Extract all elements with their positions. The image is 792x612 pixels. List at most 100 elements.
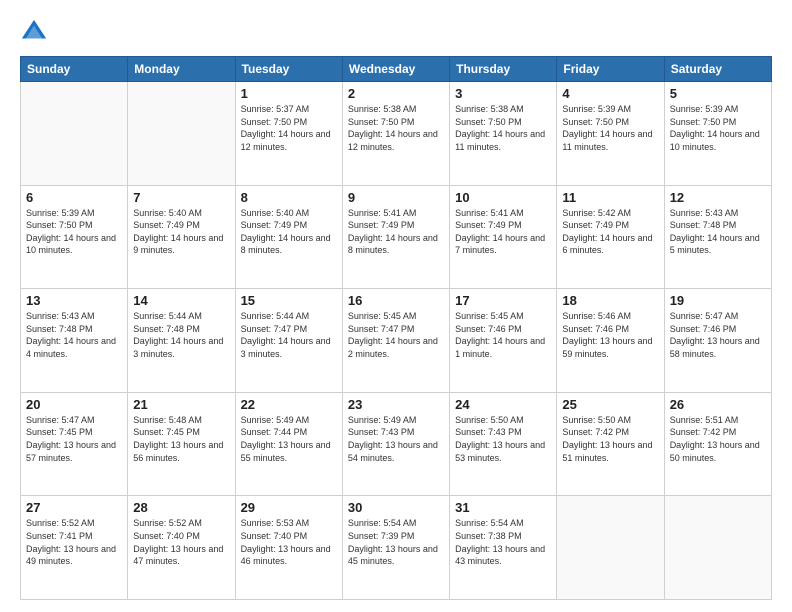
calendar-cell: 24 Sunrise: 5:50 AM Sunset: 7:43 PM Dayli…: [450, 392, 557, 496]
calendar-cell: 1 Sunrise: 5:37 AM Sunset: 7:50 PM Daylig…: [235, 82, 342, 186]
day-number: 11: [562, 190, 658, 205]
day-info: Sunrise: 5:39 AM Sunset: 7:50 PM Dayligh…: [670, 103, 766, 153]
calendar-cell: 12 Sunrise: 5:43 AM Sunset: 7:48 PM Dayli…: [664, 185, 771, 289]
day-info: Sunrise: 5:50 AM Sunset: 7:42 PM Dayligh…: [562, 414, 658, 464]
logo: [20, 18, 52, 46]
header: [20, 18, 772, 46]
day-info: Sunrise: 5:40 AM Sunset: 7:49 PM Dayligh…: [241, 207, 337, 257]
calendar-cell: 20 Sunrise: 5:47 AM Sunset: 7:45 PM Dayli…: [21, 392, 128, 496]
calendar-cell: 19 Sunrise: 5:47 AM Sunset: 7:46 PM Dayli…: [664, 289, 771, 393]
day-info: Sunrise: 5:48 AM Sunset: 7:45 PM Dayligh…: [133, 414, 229, 464]
calendar-cell: [128, 82, 235, 186]
day-info: Sunrise: 5:54 AM Sunset: 7:38 PM Dayligh…: [455, 517, 551, 567]
day-info: Sunrise: 5:38 AM Sunset: 7:50 PM Dayligh…: [455, 103, 551, 153]
calendar-header-row: SundayMondayTuesdayWednesdayThursdayFrid…: [21, 57, 772, 82]
day-number: 2: [348, 86, 444, 101]
day-number: 1: [241, 86, 337, 101]
calendar-cell: 2 Sunrise: 5:38 AM Sunset: 7:50 PM Daylig…: [342, 82, 449, 186]
calendar-week-row: 27Sunrise: 5:52 AM Sunset: 7:41 PM Dayli…: [21, 496, 772, 600]
day-info: Sunrise: 5:40 AM Sunset: 7:49 PM Dayligh…: [133, 207, 229, 257]
day-info: Sunrise: 5:47 AM Sunset: 7:46 PM Dayligh…: [670, 310, 766, 360]
day-info: Sunrise: 5:54 AM Sunset: 7:39 PM Dayligh…: [348, 517, 444, 567]
day-number: 18: [562, 293, 658, 308]
calendar-cell: [21, 82, 128, 186]
weekday-header: Wednesday: [342, 57, 449, 82]
day-info: Sunrise: 5:45 AM Sunset: 7:46 PM Dayligh…: [455, 310, 551, 360]
calendar-cell: [664, 496, 771, 600]
day-info: Sunrise: 5:43 AM Sunset: 7:48 PM Dayligh…: [670, 207, 766, 257]
day-number: 6: [26, 190, 122, 205]
day-number: 29: [241, 500, 337, 515]
day-info: Sunrise: 5:49 AM Sunset: 7:44 PM Dayligh…: [241, 414, 337, 464]
day-number: 15: [241, 293, 337, 308]
day-number: 8: [241, 190, 337, 205]
calendar-cell: 22 Sunrise: 5:49 AM Sunset: 7:44 PM Dayli…: [235, 392, 342, 496]
day-info: Sunrise: 5:53 AM Sunset: 7:40 PM Dayligh…: [241, 517, 337, 567]
calendar-cell: 8 Sunrise: 5:40 AM Sunset: 7:49 PM Daylig…: [235, 185, 342, 289]
weekday-header: Tuesday: [235, 57, 342, 82]
day-info: Sunrise: 5:47 AM Sunset: 7:45 PM Dayligh…: [26, 414, 122, 464]
day-number: 4: [562, 86, 658, 101]
day-info: Sunrise: 5:46 AM Sunset: 7:46 PM Dayligh…: [562, 310, 658, 360]
day-number: 23: [348, 397, 444, 412]
day-number: 9: [348, 190, 444, 205]
calendar-cell: 5 Sunrise: 5:39 AM Sunset: 7:50 PM Daylig…: [664, 82, 771, 186]
calendar-cell: 10Sunrise: 5:41 AM Sunset: 7:49 PM Dayli…: [450, 185, 557, 289]
calendar-cell: 11 Sunrise: 5:42 AM Sunset: 7:49 PM Dayli…: [557, 185, 664, 289]
day-number: 20: [26, 397, 122, 412]
day-number: 19: [670, 293, 766, 308]
calendar-cell: 26 Sunrise: 5:51 AM Sunset: 7:42 PM Dayli…: [664, 392, 771, 496]
day-info: Sunrise: 5:45 AM Sunset: 7:47 PM Dayligh…: [348, 310, 444, 360]
day-info: Sunrise: 5:43 AM Sunset: 7:48 PM Dayligh…: [26, 310, 122, 360]
day-info: Sunrise: 5:44 AM Sunset: 7:48 PM Dayligh…: [133, 310, 229, 360]
calendar-cell: 13Sunrise: 5:43 AM Sunset: 7:48 PM Dayli…: [21, 289, 128, 393]
day-info: Sunrise: 5:41 AM Sunset: 7:49 PM Dayligh…: [348, 207, 444, 257]
calendar-week-row: 20 Sunrise: 5:47 AM Sunset: 7:45 PM Dayli…: [21, 392, 772, 496]
calendar-cell: 16 Sunrise: 5:45 AM Sunset: 7:47 PM Dayli…: [342, 289, 449, 393]
day-number: 31: [455, 500, 551, 515]
day-info: Sunrise: 5:50 AM Sunset: 7:43 PM Dayligh…: [455, 414, 551, 464]
day-number: 26: [670, 397, 766, 412]
calendar-cell: 30Sunrise: 5:54 AM Sunset: 7:39 PM Dayli…: [342, 496, 449, 600]
calendar-cell: 17 Sunrise: 5:45 AM Sunset: 7:46 PM Dayli…: [450, 289, 557, 393]
calendar-cell: 27Sunrise: 5:52 AM Sunset: 7:41 PM Dayli…: [21, 496, 128, 600]
calendar-cell: 4Sunrise: 5:39 AM Sunset: 7:50 PM Daylig…: [557, 82, 664, 186]
calendar-table: SundayMondayTuesdayWednesdayThursdayFrid…: [20, 56, 772, 600]
calendar-week-row: 1 Sunrise: 5:37 AM Sunset: 7:50 PM Daylig…: [21, 82, 772, 186]
day-info: Sunrise: 5:52 AM Sunset: 7:41 PM Dayligh…: [26, 517, 122, 567]
day-number: 12: [670, 190, 766, 205]
weekday-header: Sunday: [21, 57, 128, 82]
calendar-cell: 3 Sunrise: 5:38 AM Sunset: 7:50 PM Daylig…: [450, 82, 557, 186]
day-number: 25: [562, 397, 658, 412]
calendar-cell: [557, 496, 664, 600]
day-info: Sunrise: 5:44 AM Sunset: 7:47 PM Dayligh…: [241, 310, 337, 360]
day-number: 24: [455, 397, 551, 412]
day-info: Sunrise: 5:42 AM Sunset: 7:49 PM Dayligh…: [562, 207, 658, 257]
calendar-cell: 25 Sunrise: 5:50 AM Sunset: 7:42 PM Dayli…: [557, 392, 664, 496]
calendar-cell: 9 Sunrise: 5:41 AM Sunset: 7:49 PM Daylig…: [342, 185, 449, 289]
day-number: 7: [133, 190, 229, 205]
logo-icon: [20, 18, 48, 46]
day-info: Sunrise: 5:49 AM Sunset: 7:43 PM Dayligh…: [348, 414, 444, 464]
day-number: 10: [455, 190, 551, 205]
day-number: 3: [455, 86, 551, 101]
day-info: Sunrise: 5:38 AM Sunset: 7:50 PM Dayligh…: [348, 103, 444, 153]
day-number: 22: [241, 397, 337, 412]
calendar-cell: 14 Sunrise: 5:44 AM Sunset: 7:48 PM Dayli…: [128, 289, 235, 393]
day-number: 17: [455, 293, 551, 308]
day-number: 5: [670, 86, 766, 101]
weekday-header: Friday: [557, 57, 664, 82]
day-number: 14: [133, 293, 229, 308]
calendar-cell: 7 Sunrise: 5:40 AM Sunset: 7:49 PM Daylig…: [128, 185, 235, 289]
day-info: Sunrise: 5:51 AM Sunset: 7:42 PM Dayligh…: [670, 414, 766, 464]
weekday-header: Thursday: [450, 57, 557, 82]
day-info: Sunrise: 5:37 AM Sunset: 7:50 PM Dayligh…: [241, 103, 337, 153]
day-number: 16: [348, 293, 444, 308]
day-info: Sunrise: 5:52 AM Sunset: 7:40 PM Dayligh…: [133, 517, 229, 567]
calendar-week-row: 13Sunrise: 5:43 AM Sunset: 7:48 PM Dayli…: [21, 289, 772, 393]
day-number: 28: [133, 500, 229, 515]
calendar-cell: 23 Sunrise: 5:49 AM Sunset: 7:43 PM Dayli…: [342, 392, 449, 496]
calendar-cell: 31 Sunrise: 5:54 AM Sunset: 7:38 PM Dayli…: [450, 496, 557, 600]
weekday-header: Saturday: [664, 57, 771, 82]
calendar-cell: 28 Sunrise: 5:52 AM Sunset: 7:40 PM Dayli…: [128, 496, 235, 600]
